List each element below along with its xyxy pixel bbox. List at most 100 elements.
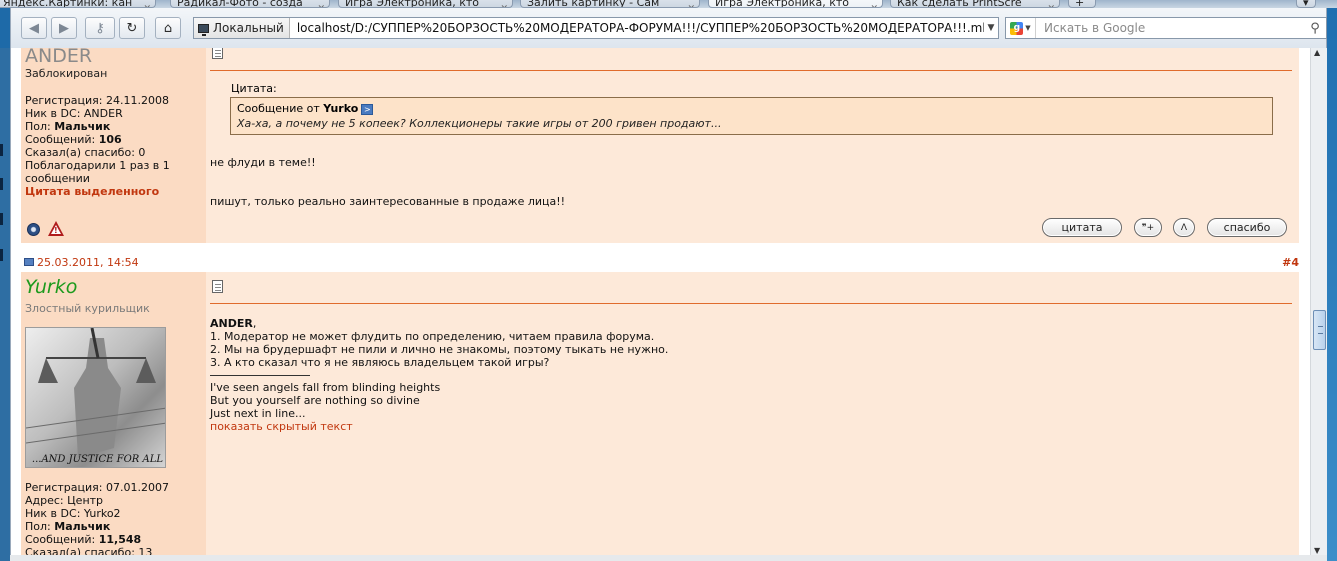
desktop-edge (1327, 8, 1337, 561)
show-hidden-text-link[interactable]: показать скрытый текст (210, 420, 440, 433)
scroll-down-icon[interactable]: ▼ (1314, 546, 1320, 555)
quote-label: Цитата: (231, 82, 277, 95)
report-post-button[interactable]: ! (48, 221, 72, 236)
reload-icon: ↻ (126, 20, 138, 36)
warning-icon: ! (48, 221, 64, 236)
justice-statue-icon (26, 328, 165, 458)
avatar[interactable]: ...AND JUSTICE FOR ALL (25, 327, 166, 468)
chevron-down-icon[interactable]: ▼ (984, 23, 998, 33)
thanks-button[interactable]: спасибо (1207, 218, 1287, 237)
registration-date: Регистрация: 07.01.2007 (25, 481, 169, 494)
tab-bar: Яндекс.Картинки: кан ✕ Радикал-Фото - соз… (0, 0, 1337, 8)
go-to-post-icon[interactable]: > (361, 103, 374, 115)
tab-yandex[interactable]: Яндекс.Картинки: кан ✕ (0, 0, 156, 8)
tab-upload[interactable]: Залить картинку - Сам ✕ (520, 0, 700, 8)
message-count: Сообщений: 11,548 (25, 533, 142, 546)
tab-printscreen[interactable]: Как сделать PrintScre ✕ (890, 0, 1060, 8)
user-info: Регистрация: 07.01.2007 Адрес: Центр Ник… (25, 481, 201, 555)
thanks-given: Сказал(а) спасибо: 0 (25, 146, 146, 159)
home-button[interactable]: ⌂ (155, 17, 181, 39)
close-icon[interactable]: ✕ (1047, 0, 1055, 7)
site-identity-badge[interactable]: Локальный (194, 18, 290, 38)
tab-radikal[interactable]: Радикал-Фото - созда ✕ (170, 0, 330, 8)
post-document-icon (212, 280, 223, 293)
search-engine-selector[interactable]: g ▼ (1006, 18, 1036, 38)
scrollbar-thumb[interactable] (1313, 310, 1326, 350)
signature-line: Just next in line... (210, 407, 306, 420)
reload-button[interactable]: ↻ (119, 17, 145, 39)
status-bar (10, 555, 1327, 561)
user-info: Регистрация: 24.11.2008 Ник в DC: ANDER … (25, 94, 201, 198)
search-bar[interactable]: g ▼ Искать в Google ⚲ (1005, 17, 1327, 39)
gender: Пол: Мальчик (25, 120, 111, 133)
desktop-edge-left (0, 48, 10, 561)
gender: Пол: Мальчик (25, 520, 111, 533)
forward-button[interactable]: ▶ (51, 17, 77, 39)
monitor-icon (198, 23, 209, 36)
google-icon: g (1010, 21, 1024, 35)
address-bar[interactable]: Локальный localhost/D:/СУППЕР%20БОРЗОСТЬ… (193, 17, 999, 39)
tab-label: Игра Электроника, кто (345, 0, 479, 8)
search-input[interactable]: Искать в Google (1036, 21, 1304, 35)
post-body-line: 2. Мы на брудершафт не пили и лично не з… (210, 343, 669, 356)
tab-game-active[interactable]: Игра Электроника, кто ✕ (708, 0, 883, 8)
quote-author: Yurko (323, 102, 359, 115)
multiquote-button[interactable]: ❞+ (1134, 218, 1162, 237)
user-title: Заблокирован (25, 67, 108, 80)
home-icon: ⌂ (163, 20, 173, 36)
post-author-panel: ANDER Заблокирован Регистрация: 24.11.20… (21, 48, 206, 243)
post-body-line: 1. Модератор не может флудить по определ… (210, 330, 655, 343)
user-status-icon[interactable] (27, 223, 40, 236)
user-title: Злостный курильщик (25, 302, 150, 315)
close-icon[interactable]: ✕ (500, 0, 508, 7)
close-icon[interactable]: ✕ (870, 0, 878, 7)
url-text[interactable]: localhost/D:/СУППЕР%20БОРЗОСТЬ%20МОДЕРАТ… (290, 21, 984, 35)
post-date-bar: 25.03.2011, 14:54 #4 (21, 254, 1299, 270)
arrow-right-icon: ▶ (59, 20, 69, 36)
new-tab-button[interactable]: + (1068, 0, 1096, 8)
addressee-line: ANDER, (210, 317, 257, 330)
key-button[interactable]: ⚷ (85, 17, 115, 39)
signature-line: I've seen angels fall from blinding heig… (210, 381, 441, 394)
arrow-left-icon: ◀ (29, 20, 39, 36)
post-body: ANDER, 1. Модератор не может флудить по … (210, 317, 668, 369)
page-viewport: ANDER Заблокирован Регистрация: 24.11.20… (10, 48, 1327, 555)
addressee: ANDER (210, 317, 253, 330)
post-author-panel: Yurko Злостный курильщик ...AND JUSTICE … (21, 272, 206, 555)
forum-post: ANDER Заблокирован Регистрация: 24.11.20… (21, 48, 1299, 243)
search-icon[interactable]: ⚲ (1304, 21, 1326, 36)
tab-label: Залить картинку - Сам (527, 0, 660, 8)
scroll-up-icon[interactable]: ▲ (1314, 48, 1320, 57)
close-icon[interactable]: ✕ (317, 0, 325, 7)
signature-divider (210, 375, 310, 376)
site-badge-label: Локальный (213, 21, 284, 35)
signature: I've seen angels fall from blinding heig… (210, 381, 440, 433)
quote-box: Сообщение от Yurko > Ха-ха, а почему не 5… (230, 97, 1273, 135)
post-content: ANDER, 1. Модератор не может флудить по … (210, 272, 1299, 555)
post-document-icon (212, 48, 223, 59)
dc-nick: Ник в DC: Yurko2 (25, 507, 121, 520)
tab-list-button[interactable]: ▾ (1296, 0, 1316, 8)
signature-line: But you yourself are nothing so divine (210, 394, 420, 407)
key-icon: ⚷ (95, 20, 105, 36)
post-content: Цитата: Сообщение от Yurko > Ха-ха, а поч… (210, 48, 1299, 243)
tab-game-1[interactable]: Игра Электроника, кто ✕ (338, 0, 513, 8)
tab-label: Игра Электроника, кто (715, 0, 849, 8)
post-body-line: 3. А кто сказал что я не являюсь владель… (210, 356, 550, 369)
back-button[interactable]: ◀ (21, 17, 47, 39)
tab-label: Яндекс.Картинки: кан (3, 0, 133, 8)
registration-date: Регистрация: 24.11.2008 (25, 94, 169, 107)
vertical-scrollbar[interactable]: ▲ ▼ (1310, 48, 1327, 555)
close-icon[interactable]: ✕ (687, 0, 695, 7)
close-icon[interactable]: ✕ (143, 0, 151, 7)
quote-button[interactable]: цитата (1042, 218, 1122, 237)
address: Адрес: Центр (25, 494, 104, 507)
post-username[interactable]: ANDER (25, 48, 92, 67)
post-number-link[interactable]: #4 (1282, 256, 1299, 269)
post-username[interactable]: Yurko (25, 276, 77, 298)
quote-selected-link[interactable]: Цитата выделенного (25, 185, 201, 198)
navigation-toolbar: ◀ ▶ ⚷ ↻ ⌂ Локальный localhost/D:/СУППЕР%… (10, 8, 1327, 48)
post-date: 25.03.2011, 14:54 (37, 256, 139, 269)
scroll-up-button[interactable]: Λ (1173, 218, 1195, 237)
tab-label: Как сделать PrintScre (897, 0, 1022, 8)
